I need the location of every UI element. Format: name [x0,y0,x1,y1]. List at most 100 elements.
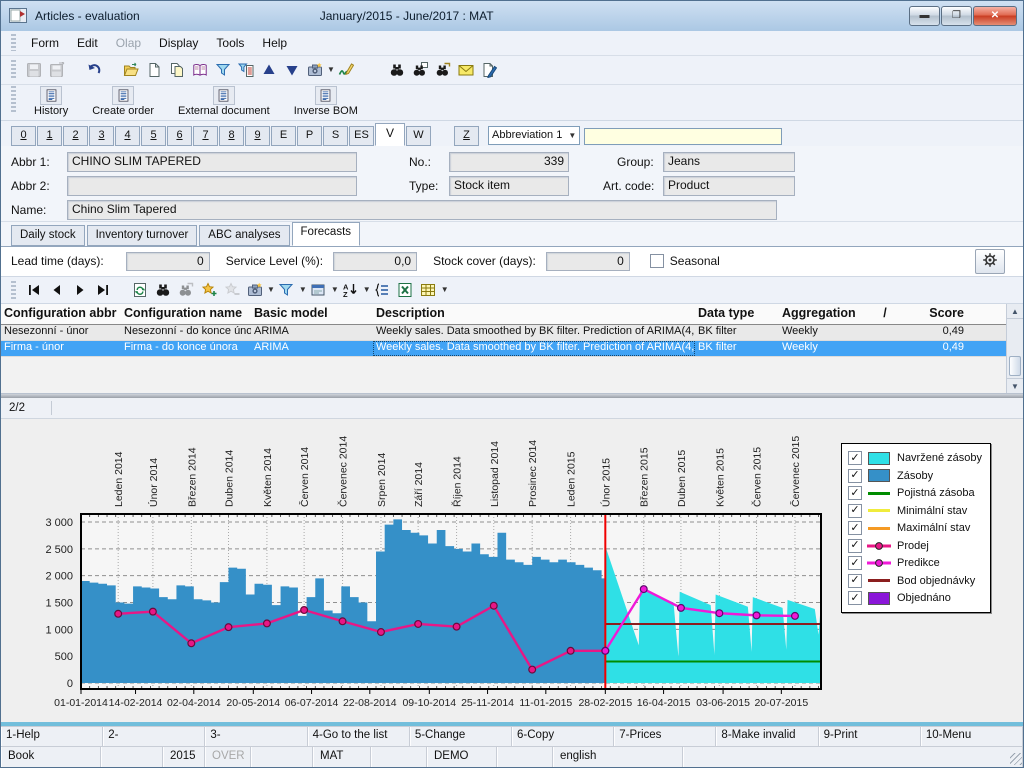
find-button[interactable] [151,278,174,301]
excel-export-button[interactable] [394,278,417,301]
tab-p[interactable]: P [297,126,322,146]
artcode-field[interactable]: Product [663,176,795,196]
tab-s[interactable]: S [323,126,348,146]
cell[interactable]: ARIMA [251,341,373,356]
fkey-10-menu[interactable]: 10-Menu [921,727,1023,746]
chevron-down-icon[interactable]: ▼ [327,65,335,74]
first-record-button[interactable] [22,278,45,301]
filter-document-button[interactable] [234,58,257,81]
cell[interactable]: Weekly sales. Data smoothed by BK filter… [373,341,695,356]
legend-checkbox[interactable]: ✓ [848,469,862,483]
stock-cover-field[interactable]: 0 [546,252,630,271]
fkey-2-[interactable]: 2- [103,727,205,746]
cell[interactable]: BK filter [695,325,779,340]
tab-inventory-turnover[interactable]: Inventory turnover [87,225,198,246]
sort-az-button[interactable]: AZ [339,278,362,301]
legend-checkbox[interactable]: ✓ [848,591,862,605]
name-field[interactable]: Chino Slim Tapered [67,200,777,220]
column-header-configuration-name[interactable]: Configuration name [121,304,251,324]
fkey-8-make-invalid[interactable]: 8-Make invalid [716,727,818,746]
quick-search-input[interactable] [584,128,782,145]
legend-checkbox[interactable]: ✓ [848,539,862,553]
restore-button[interactable]: ❐ [941,6,972,26]
minimize-button[interactable]: ▬ [909,6,940,26]
list-button[interactable] [371,278,394,301]
column-header-aggregation[interactable]: Aggregation [779,304,871,324]
cell[interactable]: 0,49 [899,325,967,340]
cell[interactable]: 0,49 [899,341,967,356]
legend-checkbox[interactable]: ✓ [848,486,862,500]
mail-button[interactable] [455,58,478,81]
open-folder-button[interactable] [119,58,142,81]
tab-4[interactable]: 4 [115,126,140,146]
cell[interactable]: BK filter [695,341,779,356]
table-row[interactable]: Firma - únorFirma - do konce únoraARIMAW… [1,341,1023,357]
forecast-settings-button[interactable] [975,249,1005,274]
cell[interactable]: Weekly sales. Data smoothed by BK filter… [373,325,695,340]
chevron-down-icon[interactable]: ▼ [441,285,449,294]
legend-checkbox[interactable]: ✓ [848,451,862,465]
column-header-configuration-abbr[interactable]: Configuration abbr [1,304,121,324]
window-settings-button[interactable] [307,278,330,301]
edit-document-button[interactable] [478,58,501,81]
chevron-down-icon[interactable]: ▼ [363,285,371,294]
close-button[interactable]: ✕ [973,6,1017,26]
menu-edit[interactable]: Edit [68,33,107,53]
abbr2-field[interactable] [67,176,357,196]
fkey-5-change[interactable]: 5-Change [410,727,512,746]
chevron-down-icon[interactable]: ▼ [267,285,275,294]
table-row[interactable]: Nesezonní - únorNesezonní - do konce úno… [1,325,1023,341]
prev-record-button[interactable] [45,278,68,301]
grid-settings-button[interactable] [417,278,440,301]
tab-es[interactable]: ES [349,126,374,146]
abbr1-field[interactable]: CHINO SLIM TAPERED [67,152,357,172]
group-field[interactable]: Jeans [663,152,795,172]
cell[interactable]: Firma - do konce února [121,341,251,356]
camera-button[interactable] [303,58,326,81]
tab-5[interactable]: 5 [141,126,166,146]
camera-button[interactable] [243,278,266,301]
tab-daily-stock[interactable]: Daily stock [11,225,85,246]
cell[interactable]: Nesezonní - únor [1,325,121,340]
menu-form[interactable]: Form [22,33,68,53]
service-level-field[interactable]: 0,0 [333,252,417,271]
menu-help[interactable]: Help [253,33,296,53]
inverse-bom-button[interactable]: Inverse BOM [292,86,360,117]
fkey-4-go-to-the-list[interactable]: 4-Go to the list [308,727,410,746]
tab-w[interactable]: W [406,126,431,146]
copy-document-button[interactable] [165,58,188,81]
column-header-description[interactable]: Description [373,304,695,324]
cell[interactable] [871,341,899,356]
tab-0[interactable]: 0 [11,126,36,146]
add-bookmark-button[interactable] [197,278,220,301]
next-record-button[interactable] [68,278,91,301]
filter-button[interactable] [275,278,298,301]
column-header-score[interactable]: Score [899,304,967,324]
legend-checkbox[interactable]: ✓ [848,574,862,588]
filter-button[interactable] [211,58,234,81]
type-field[interactable]: Stock item [449,176,569,196]
column-header--[interactable]: / [871,304,899,324]
column-header-data-type[interactable]: Data type [695,304,779,324]
legend-checkbox[interactable]: ✓ [848,521,862,535]
chevron-down-icon[interactable]: ▼ [331,285,339,294]
cell[interactable] [871,325,899,340]
tab-3[interactable]: 3 [89,126,114,146]
find-next-button[interactable] [432,58,455,81]
create-order-button[interactable]: Create order [90,86,156,117]
fkey-7-prices[interactable]: 7-Prices [614,727,716,746]
legend-checkbox[interactable]: ✓ [848,556,862,570]
view-selector-dropdown[interactable]: Abbreviation 1 ▼ [488,126,580,145]
cell[interactable]: Weekly [779,341,871,356]
tab-forecasts[interactable]: Forecasts [292,222,361,246]
column-header-basic-model[interactable]: Basic model [251,304,373,324]
chevron-down-icon[interactable]: ▼ [299,285,307,294]
resize-grip-icon[interactable] [1010,753,1022,765]
fkey-3-[interactable]: 3- [205,727,307,746]
cell[interactable]: Nesezonní - do konce února [121,325,251,340]
arrow-down-button[interactable] [280,58,303,81]
cell[interactable]: Firma - únor [1,341,121,356]
lead-time-field[interactable]: 0 [126,252,210,271]
no-field[interactable]: 339 [449,152,569,172]
fkey-6-copy[interactable]: 6-Copy [512,727,614,746]
